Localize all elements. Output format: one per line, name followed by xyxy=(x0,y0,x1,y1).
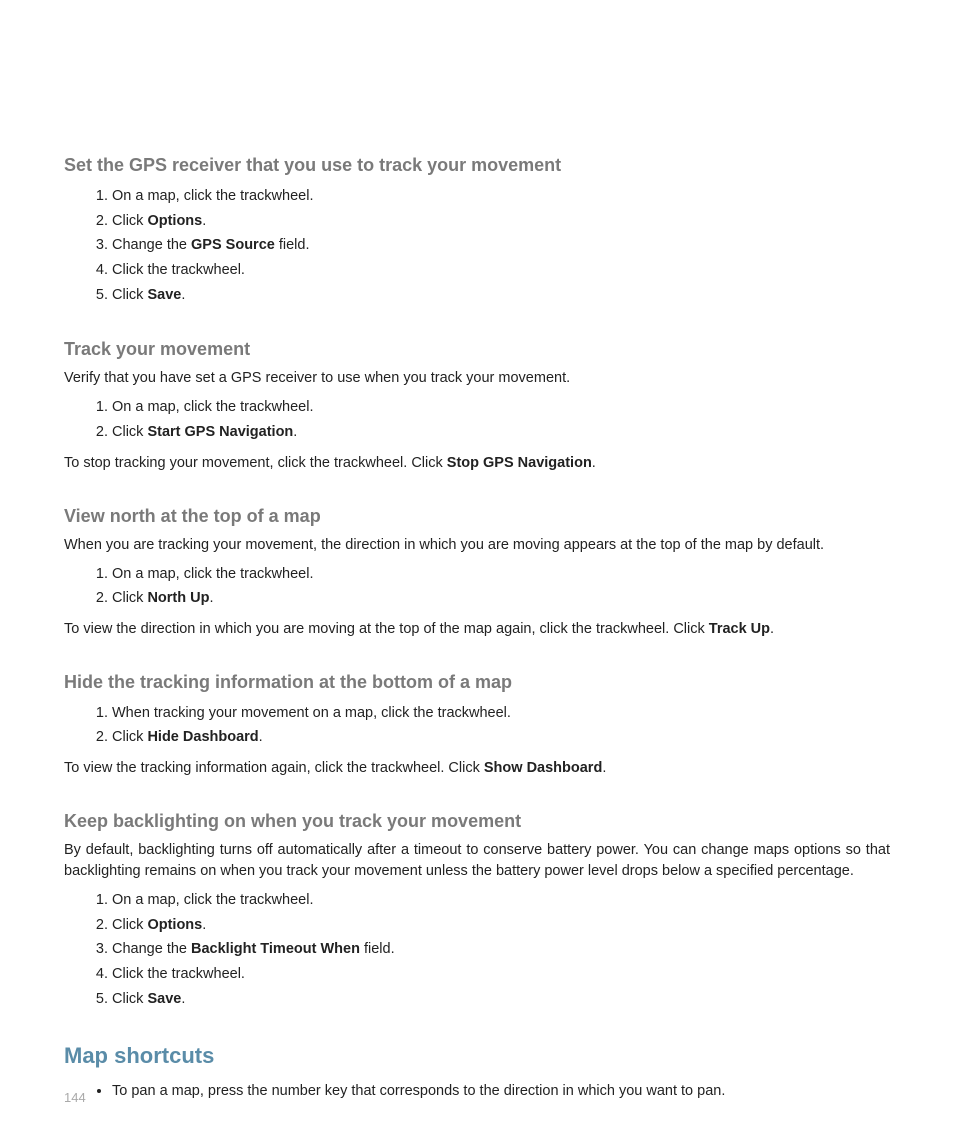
section-hide-tracking-info: Hide the tracking information at the bot… xyxy=(64,672,890,779)
section-set-gps-receiver: Set the GPS receiver that you use to tra… xyxy=(64,155,890,307)
step-item: On a map, click the trackwheel. xyxy=(112,184,890,209)
outro-text: To view the tracking information again, … xyxy=(64,758,890,779)
steps-hide-tracking: When tracking your movement on a map, cl… xyxy=(64,701,890,750)
step-item: When tracking your movement on a map, cl… xyxy=(112,701,890,726)
steps-set-gps: On a map, click the trackwheel. Click Op… xyxy=(64,184,890,307)
heading-set-gps-receiver: Set the GPS receiver that you use to tra… xyxy=(64,155,890,176)
step-item: On a map, click the trackwheel. xyxy=(112,562,890,587)
step-item: Click the trackwheel. xyxy=(112,962,890,987)
step-item: Click Save. xyxy=(112,283,890,308)
steps-view-north: On a map, click the trackwheel. Click No… xyxy=(64,562,890,611)
step-item: On a map, click the trackwheel. xyxy=(112,888,890,913)
step-item: On a map, click the trackwheel. xyxy=(112,395,890,420)
heading-backlighting: Keep backlighting on when you track your… xyxy=(64,811,890,832)
step-item: Click the trackwheel. xyxy=(112,258,890,283)
section-backlighting: Keep backlighting on when you track your… xyxy=(64,811,890,1011)
step-item: Change the GPS Source field. xyxy=(112,233,890,258)
section-map-shortcuts: Map shortcuts To pan a map, press the nu… xyxy=(64,1043,890,1104)
page-number: 144 xyxy=(64,1090,86,1105)
section-view-north: View north at the top of a map When you … xyxy=(64,506,890,640)
outro-text: To view the direction in which you are m… xyxy=(64,619,890,640)
step-item: Click North Up. xyxy=(112,586,890,611)
bullet-item: To pan a map, press the number key that … xyxy=(112,1079,890,1104)
step-item: Click Hide Dashboard. xyxy=(112,725,890,750)
heading-hide-tracking-info: Hide the tracking information at the bot… xyxy=(64,672,890,693)
step-item: Click Options. xyxy=(112,209,890,234)
steps-track-movement: On a map, click the trackwheel. Click St… xyxy=(64,395,890,444)
intro-text: Verify that you have set a GPS receiver … xyxy=(64,368,890,389)
steps-backlighting: On a map, click the trackwheel. Click Op… xyxy=(64,888,890,1011)
heading-track-movement: Track your movement xyxy=(64,339,890,360)
section-track-movement: Track your movement Verify that you have… xyxy=(64,339,890,473)
heading-view-north: View north at the top of a map xyxy=(64,506,890,527)
bullets-map-shortcuts: To pan a map, press the number key that … xyxy=(64,1079,890,1104)
step-item: Click Start GPS Navigation. xyxy=(112,420,890,445)
step-item: Change the Backlight Timeout When field. xyxy=(112,937,890,962)
intro-text: By default, backlighting turns off autom… xyxy=(64,840,890,882)
heading-map-shortcuts: Map shortcuts xyxy=(64,1043,890,1069)
outro-text: To stop tracking your movement, click th… xyxy=(64,453,890,474)
page: Set the GPS receiver that you use to tra… xyxy=(0,0,954,1145)
intro-text: When you are tracking your movement, the… xyxy=(64,535,890,556)
step-item: Click Save. xyxy=(112,987,890,1012)
step-item: Click Options. xyxy=(112,913,890,938)
